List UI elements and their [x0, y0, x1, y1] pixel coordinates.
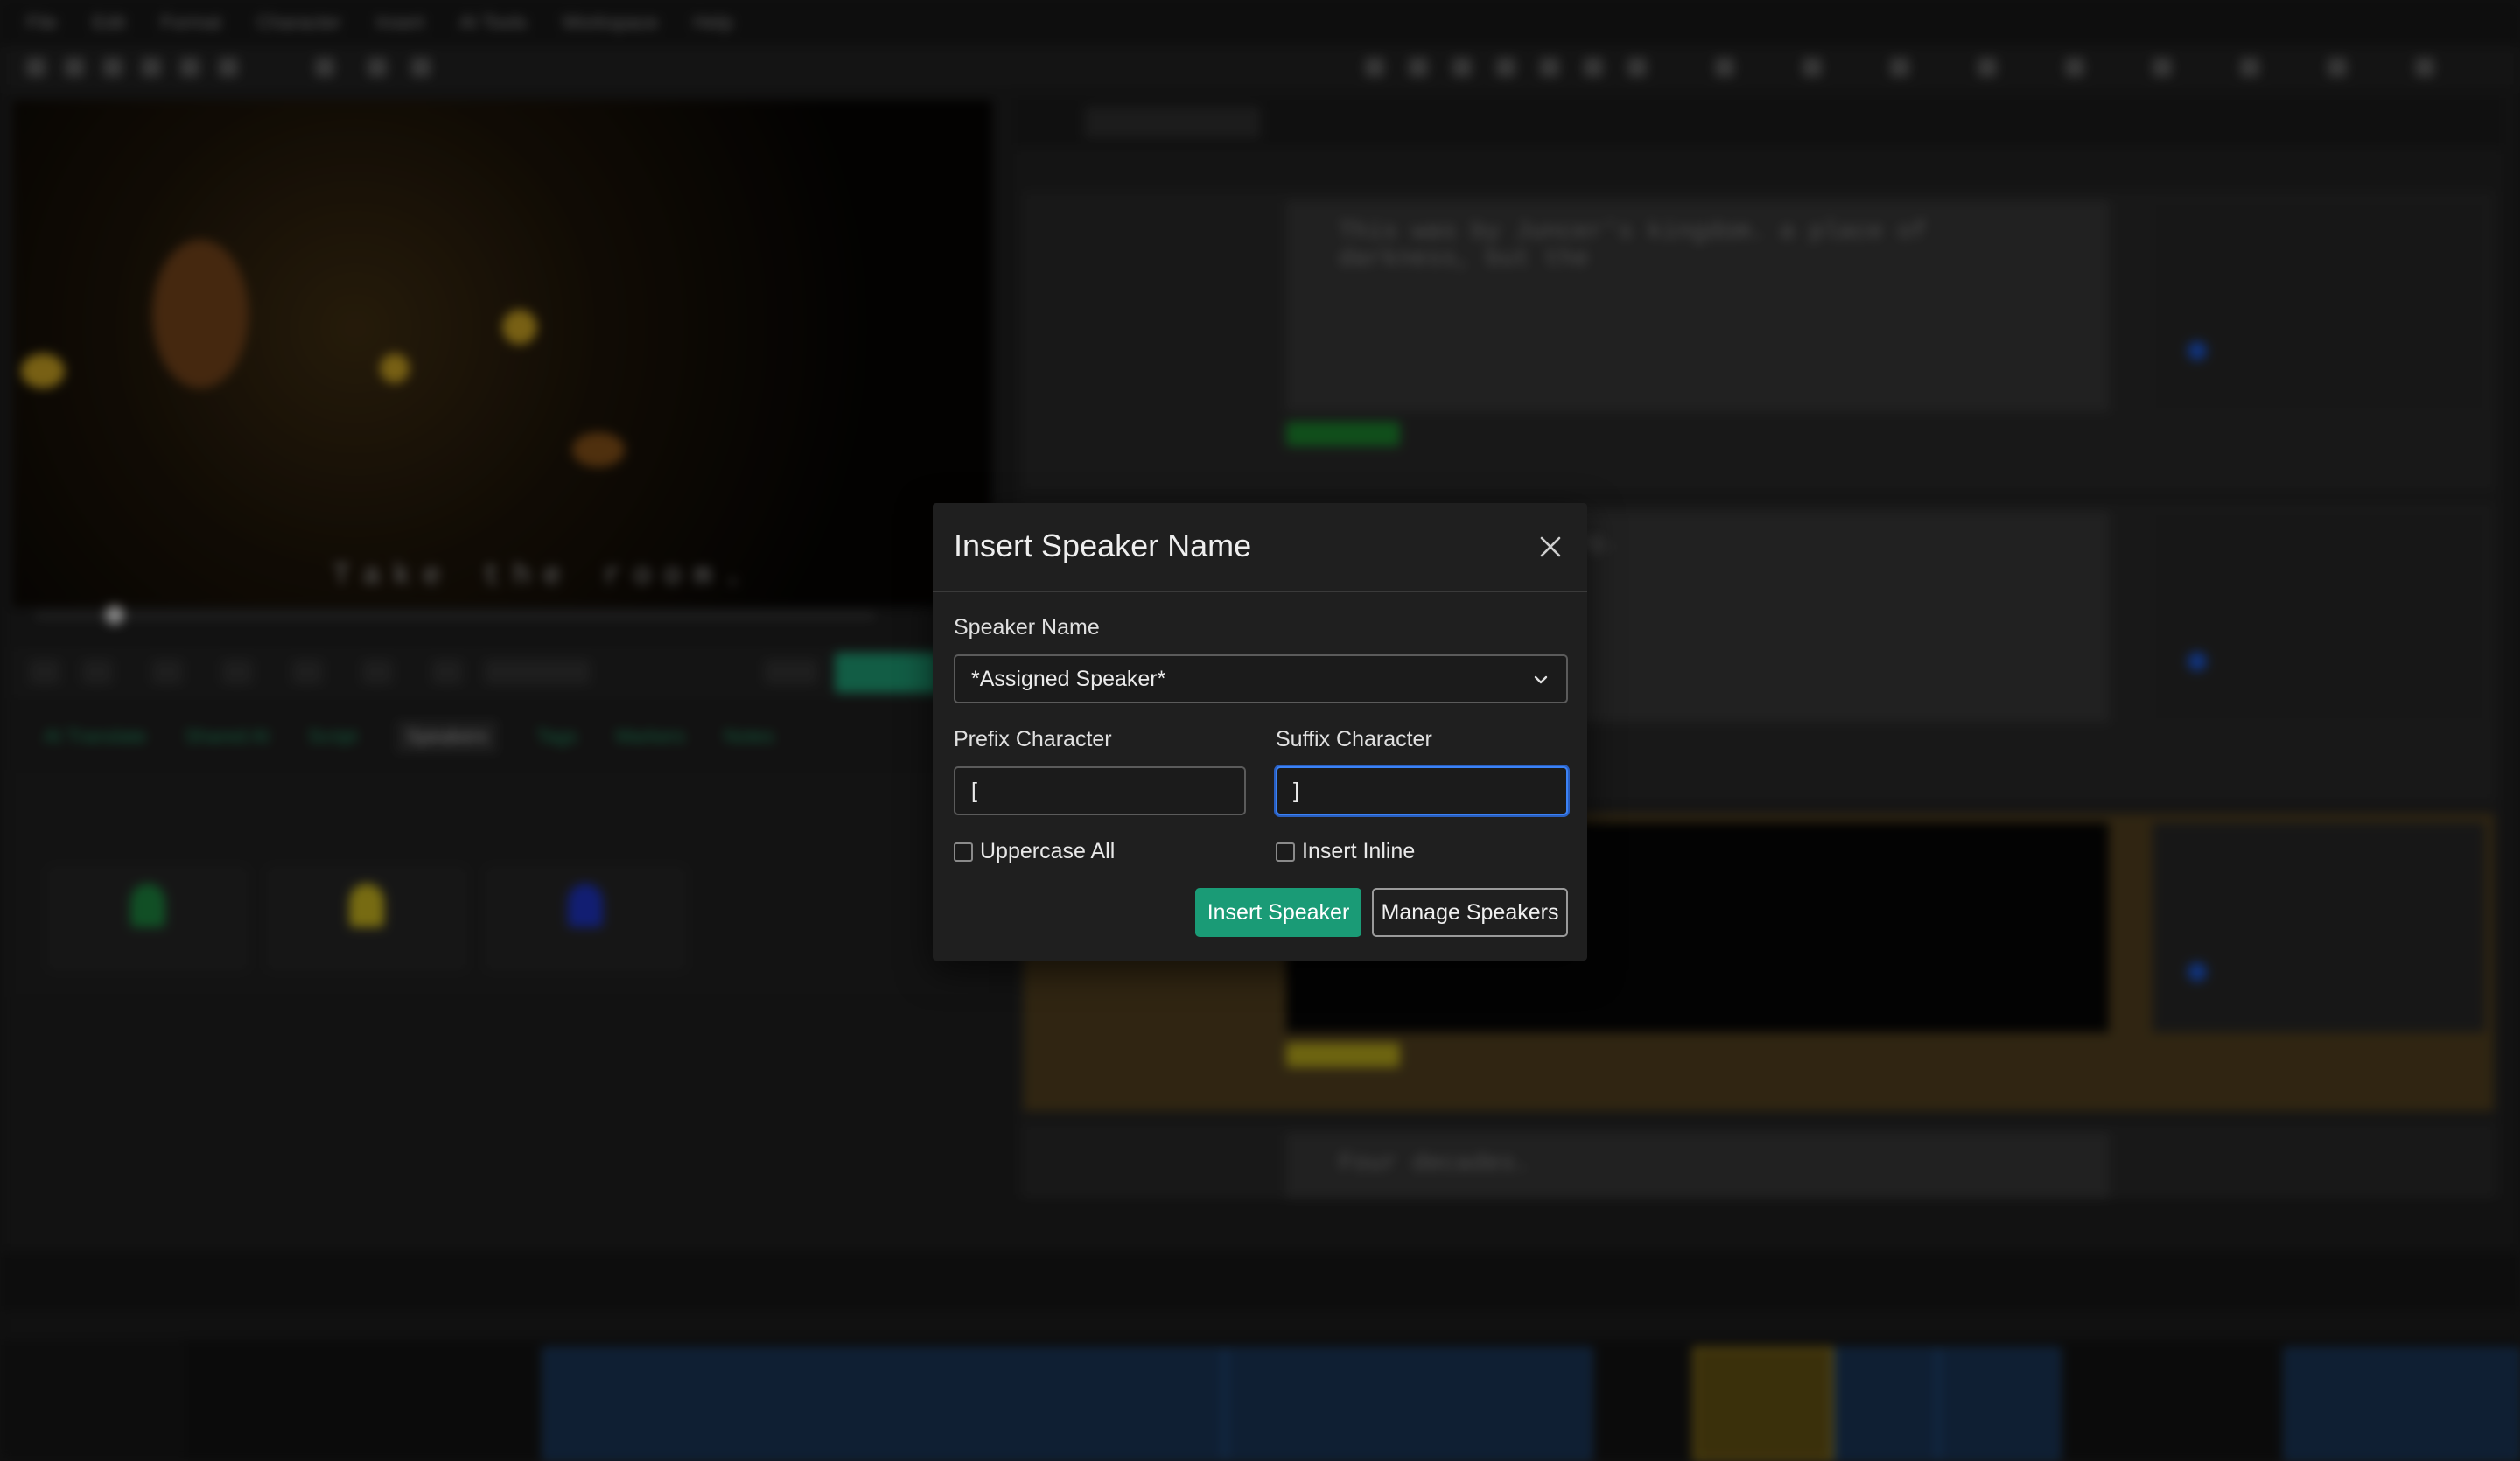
manage-speakers-button[interactable]: Manage Speakers — [1372, 888, 1568, 937]
close-icon — [1540, 536, 1561, 557]
suffix-character-input[interactable] — [1276, 766, 1568, 815]
chevron-down-icon — [1534, 675, 1548, 684]
close-button[interactable] — [1533, 529, 1568, 564]
app-root: File Edit Format Character Insert AI Too… — [0, 0, 2520, 1461]
dialog-title: Insert Speaker Name — [954, 528, 1252, 563]
uppercase-all-option[interactable]: Uppercase All — [954, 839, 1115, 864]
speaker-name-label: Speaker Name — [954, 615, 1100, 640]
uppercase-all-label: Uppercase All — [980, 839, 1116, 863]
prefix-character-label: Prefix Character — [954, 727, 1112, 751]
insert-inline-option[interactable]: Insert Inline — [1276, 839, 1415, 864]
insert-inline-checkbox[interactable] — [1276, 842, 1295, 862]
speaker-name-select[interactable]: *Assigned Speaker* — [954, 654, 1568, 703]
insert-inline-label: Insert Inline — [1302, 839, 1416, 863]
speaker-name-value: *Assigned Speaker* — [971, 666, 1166, 691]
prefix-character-input[interactable] — [954, 766, 1246, 815]
insert-speaker-dialog: Insert Speaker Name Speaker Name *Assign… — [933, 503, 1587, 961]
suffix-character-label: Suffix Character — [1276, 727, 1432, 751]
insert-speaker-button[interactable]: Insert Speaker — [1195, 888, 1362, 937]
uppercase-all-checkbox[interactable] — [954, 842, 973, 862]
dialog-header: Insert Speaker Name — [933, 503, 1587, 592]
